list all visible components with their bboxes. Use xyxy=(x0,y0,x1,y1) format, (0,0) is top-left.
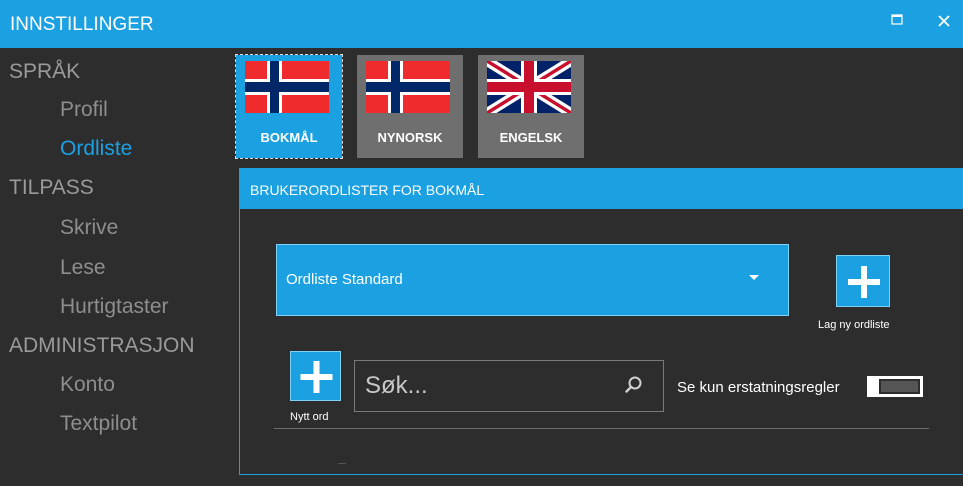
sidebar-item-konto[interactable]: Konto xyxy=(60,373,115,397)
sidebar-item-ordliste[interactable]: Ordliste xyxy=(60,137,132,161)
plus-icon xyxy=(300,361,333,393)
title-bar: INNSTILLINGER xyxy=(0,0,963,48)
nav-section-tilpass: TILPASS xyxy=(9,176,94,199)
language-tile-bokmal[interactable]: BOKMÅL xyxy=(235,54,343,159)
dropdown-value: Ordliste Standard xyxy=(286,271,403,288)
norway-flag-icon xyxy=(366,61,450,113)
sidebar-item-hurtigtaster[interactable]: Hurtigtaster xyxy=(60,295,169,319)
scroll-marker xyxy=(338,463,346,464)
new-dictionary-button[interactable] xyxy=(836,255,890,307)
new-dictionary-label: Lag ny ordliste xyxy=(818,319,890,331)
user-dictionary-panel: BRUKERORDLISTER FOR BOKMÅL Ordliste Stan… xyxy=(239,168,963,475)
toggle-label: Se kun erstatningsregler xyxy=(677,379,840,396)
plus-icon xyxy=(848,266,880,298)
chevron-down-icon xyxy=(749,275,759,280)
window-title: INNSTILLINGER xyxy=(10,14,154,35)
nav-section-sprak: SPRÅK xyxy=(9,60,81,83)
new-word-label: Nytt ord xyxy=(290,411,329,423)
panel-title: BRUKERORDLISTER FOR BOKMÅL xyxy=(250,182,485,198)
language-label-engelsk: ENGELSK xyxy=(499,130,563,145)
panel-header: BRUKERORDLISTER FOR BOKMÅL xyxy=(240,169,963,209)
uk-flag-icon xyxy=(487,61,571,113)
language-tile-engelsk[interactable]: ENGELSK xyxy=(478,55,584,158)
nav-section-administrasjon: ADMINISTRASJON xyxy=(9,334,195,357)
maximize-icon[interactable] xyxy=(891,14,909,32)
new-word-button[interactable] xyxy=(290,351,341,401)
list-divider xyxy=(274,428,929,429)
language-label-nynorsk: NYNORSK xyxy=(377,130,443,145)
close-icon[interactable] xyxy=(937,14,955,32)
language-tile-nynorsk[interactable]: NYNORSK xyxy=(357,55,463,158)
search-input[interactable] xyxy=(365,371,615,401)
sidebar-item-textpilot[interactable]: Textpilot xyxy=(60,412,137,436)
search-icon[interactable] xyxy=(625,376,643,394)
language-label-bokmal: BOKMÅL xyxy=(260,130,318,145)
norway-flag-icon xyxy=(245,61,329,113)
sidebar-item-lese[interactable]: Lese xyxy=(60,256,106,280)
settings-sidebar: SPRÅK Profil Ordliste TILPASS Skrive Les… xyxy=(0,48,230,486)
sidebar-item-skrive[interactable]: Skrive xyxy=(60,216,118,240)
sidebar-item-profil[interactable]: Profil xyxy=(60,98,108,122)
dictionary-dropdown[interactable]: Ordliste Standard xyxy=(276,244,789,316)
replacement-rules-toggle[interactable] xyxy=(867,376,923,397)
search-box xyxy=(354,360,664,412)
